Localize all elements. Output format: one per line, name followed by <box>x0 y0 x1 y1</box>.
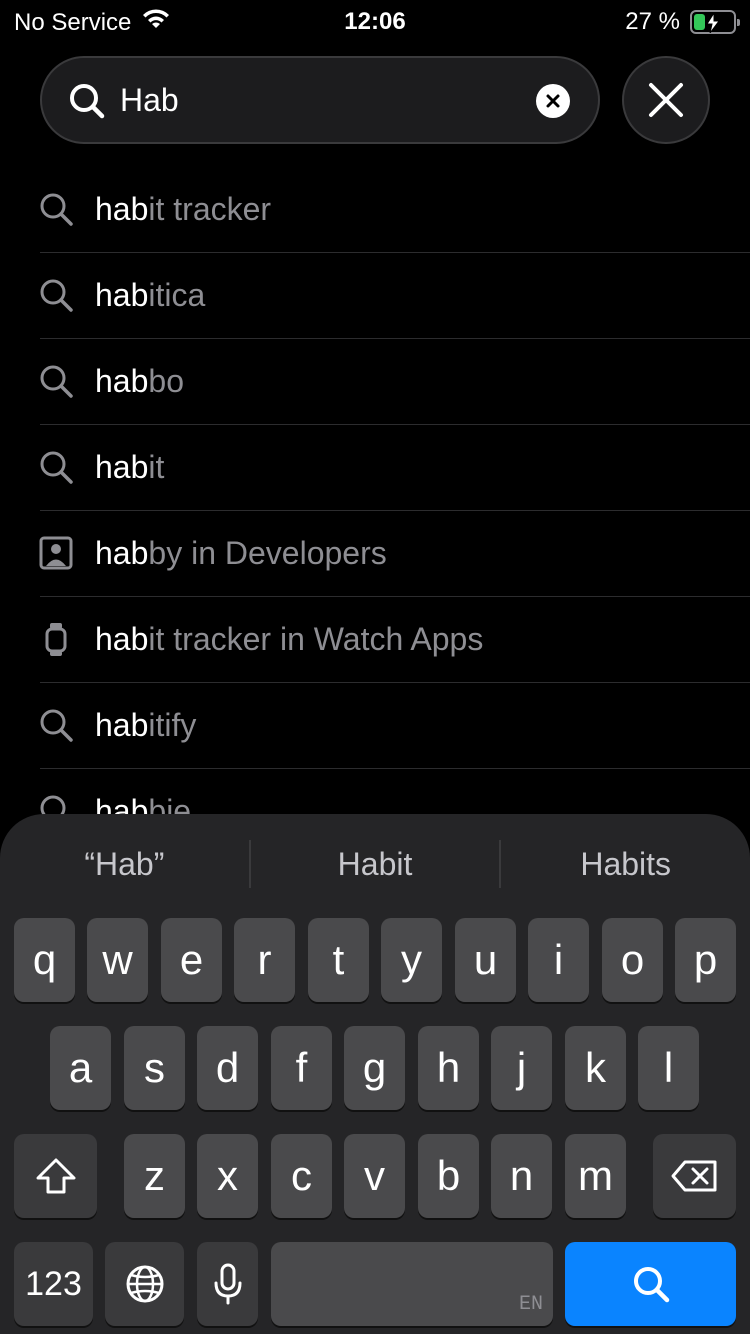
key-c[interactable]: c <box>271 1134 332 1218</box>
key-s[interactable]: s <box>124 1026 185 1110</box>
key-o[interactable]: o <box>602 918 663 1002</box>
key-v[interactable]: v <box>344 1134 405 1218</box>
key-k[interactable]: k <box>565 1026 626 1110</box>
key-d[interactable]: d <box>197 1026 258 1110</box>
suggestion-text: habby in Developers <box>95 535 387 571</box>
key-q[interactable]: q <box>14 918 75 1002</box>
suggestion-item[interactable]: habitify <box>0 683 750 769</box>
dictation-key[interactable] <box>197 1242 258 1326</box>
backspace-key[interactable] <box>653 1134 736 1218</box>
suggestion-item[interactable]: habit tracker in Watch Apps <box>0 597 750 683</box>
language-label: EN <box>518 1293 543 1316</box>
suggestion-text: habitify <box>95 707 197 743</box>
key-n[interactable]: n <box>491 1134 552 1218</box>
shift-key[interactable] <box>14 1134 97 1218</box>
suggestion-text: habit tracker in Watch Apps <box>95 621 484 657</box>
key-j[interactable]: j <box>491 1026 552 1110</box>
key-m[interactable]: m <box>565 1134 626 1218</box>
suggestion-text: habitica <box>95 277 206 313</box>
suggestion-item[interactable]: habit tracker <box>0 167 750 253</box>
backspace-icon <box>671 1160 716 1192</box>
globe-icon <box>126 1265 163 1303</box>
globe-key[interactable] <box>105 1242 184 1326</box>
key-z[interactable]: z <box>124 1134 185 1218</box>
battery-fill <box>694 14 706 30</box>
numbers-key[interactable]: 123 <box>14 1242 93 1326</box>
status-right: 27 % <box>625 8 740 36</box>
key-p[interactable]: p <box>675 918 736 1002</box>
search-icon <box>38 191 76 229</box>
microphone-icon <box>214 1263 241 1305</box>
prediction-item[interactable]: Habit <box>251 814 500 914</box>
search-icon <box>38 277 76 315</box>
suggestion-text: habit <box>95 449 165 485</box>
search-icon <box>38 707 76 745</box>
key-w[interactable]: w <box>87 918 148 1002</box>
key-t[interactable]: t <box>308 918 369 1002</box>
charging-bolt-icon <box>706 13 720 33</box>
close-icon <box>649 83 683 117</box>
key-i[interactable]: i <box>528 918 589 1002</box>
key-e[interactable]: e <box>161 918 222 1002</box>
key-r[interactable]: r <box>234 918 295 1002</box>
key-b[interactable]: b <box>418 1134 479 1218</box>
key-u[interactable]: u <box>455 918 516 1002</box>
key-g[interactable]: g <box>344 1026 405 1110</box>
shift-icon <box>36 1158 75 1194</box>
status-bar: No Service 12:06 27 % <box>0 0 750 42</box>
prediction-bar: “Hab” Habit Habits <box>0 814 750 914</box>
suggestion-list: habit tracker habitica habbo habit habby… <box>0 167 750 855</box>
search-key[interactable] <box>565 1242 736 1326</box>
space-key[interactable]: EN <box>271 1242 553 1326</box>
battery-icon <box>690 10 740 34</box>
suggestion-item[interactable]: habby in Developers <box>0 511 750 597</box>
suggestion-item[interactable]: habitica <box>0 253 750 339</box>
keyboard: “Hab” Habit Habits q w e r t y u i o p a… <box>0 814 750 1334</box>
search-icon <box>38 449 76 487</box>
suggestion-item[interactable]: habbo <box>0 339 750 425</box>
suggestion-item[interactable]: habit <box>0 425 750 511</box>
battery-tip <box>737 19 740 26</box>
key-a[interactable]: a <box>50 1026 111 1110</box>
search-icon <box>68 82 106 125</box>
watch-icon <box>38 621 76 659</box>
search-icon <box>633 1267 669 1303</box>
cancel-search-button[interactable] <box>622 56 710 144</box>
clear-search-button[interactable] <box>536 84 570 118</box>
key-f[interactable]: f <box>271 1026 332 1110</box>
key-l[interactable]: l <box>638 1026 699 1110</box>
clear-icon <box>546 94 560 108</box>
key-y[interactable]: y <box>381 918 442 1002</box>
battery-percent: 27 % <box>625 8 680 35</box>
search-input[interactable] <box>120 76 520 124</box>
suggestion-text: habbo <box>95 363 184 399</box>
search-icon <box>38 363 76 401</box>
prediction-item[interactable]: Habits <box>501 814 750 914</box>
key-x[interactable]: x <box>197 1134 258 1218</box>
key-h[interactable]: h <box>418 1026 479 1110</box>
developer-icon <box>38 535 76 573</box>
suggestion-text: habit tracker <box>95 191 272 227</box>
search-bar[interactable] <box>40 56 600 144</box>
prediction-item[interactable]: “Hab” <box>0 814 249 914</box>
